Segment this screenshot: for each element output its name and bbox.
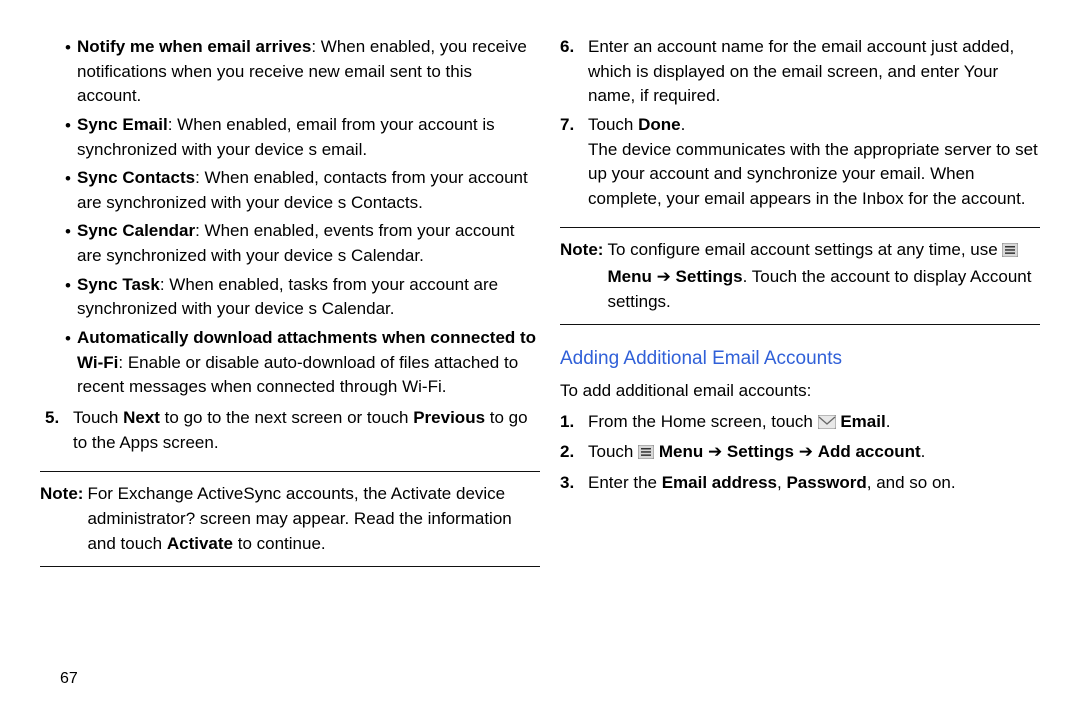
page-number: 67 <box>60 667 78 690</box>
bullet-sync-contacts: • Sync Contacts: When enabled, contacts … <box>65 166 540 215</box>
note-body: For Exchange ActiveSync accounts, the Ac… <box>83 482 540 556</box>
section-intro: To add additional email accounts: <box>560 379 1040 404</box>
step-number: 3. <box>560 471 588 496</box>
step-text: Enter an account name for the email acco… <box>588 35 1040 109</box>
bullet-sync-task: • Sync Task: When enabled, tasks from yo… <box>65 273 540 322</box>
bullet-label: Sync Task <box>77 275 160 294</box>
bullet-notify: • Notify me when email arrives: When ena… <box>65 35 540 109</box>
note-configure: Note: To configure email account setting… <box>560 227 1040 325</box>
step-number: 1. <box>560 410 588 437</box>
step-number: 5. <box>45 406 73 455</box>
step-number: 6. <box>560 35 588 109</box>
step-number: 7. <box>560 113 588 212</box>
manual-page: • Notify me when email arrives: When ena… <box>0 0 1080 720</box>
right-column: 6. Enter an account name for the email a… <box>560 35 1040 720</box>
add-step-2: 2. Touch Menu ➔ Settings ➔ Add account. <box>560 440 1040 467</box>
step-5: 5. Touch Next to go to the next screen o… <box>45 406 540 455</box>
bullet-sync-email: • Sync Email: When enabled, email from y… <box>65 113 540 162</box>
note-body: To configure email account settings at a… <box>603 238 1040 314</box>
add-step-3: 3. Enter the Email address, Password, an… <box>560 471 1040 496</box>
step-7: 7. Touch Done. The device communicates w… <box>560 113 1040 212</box>
bullet-auto-download: • Automatically download attachments whe… <box>65 326 540 400</box>
bullet-text: : Enable or disable auto-download of fil… <box>77 353 518 397</box>
section-heading: Adding Additional Email Accounts <box>560 345 1040 373</box>
left-column: • Notify me when email arrives: When ena… <box>40 35 540 720</box>
email-icon <box>818 412 836 437</box>
bullet-label: Sync Calendar <box>77 221 195 240</box>
bullet-label: Notify me when email arrives <box>77 37 311 56</box>
note-label: Note: <box>560 238 603 314</box>
menu-icon <box>1002 240 1018 265</box>
step-7-continuation: The device communicates with the appropr… <box>588 138 1040 212</box>
add-step-1: 1. From the Home screen, touch Email. <box>560 410 1040 437</box>
step-number: 2. <box>560 440 588 467</box>
bullet-label: Sync Email <box>77 115 168 134</box>
note-label: Note: <box>40 482 83 556</box>
note-activesync: Note: For Exchange ActiveSync accounts, … <box>40 471 540 567</box>
menu-icon <box>638 442 654 467</box>
bullet-label: Sync Contacts <box>77 168 195 187</box>
step-6: 6. Enter an account name for the email a… <box>560 35 1040 109</box>
bullet-sync-calendar: • Sync Calendar: When enabled, events fr… <box>65 219 540 268</box>
